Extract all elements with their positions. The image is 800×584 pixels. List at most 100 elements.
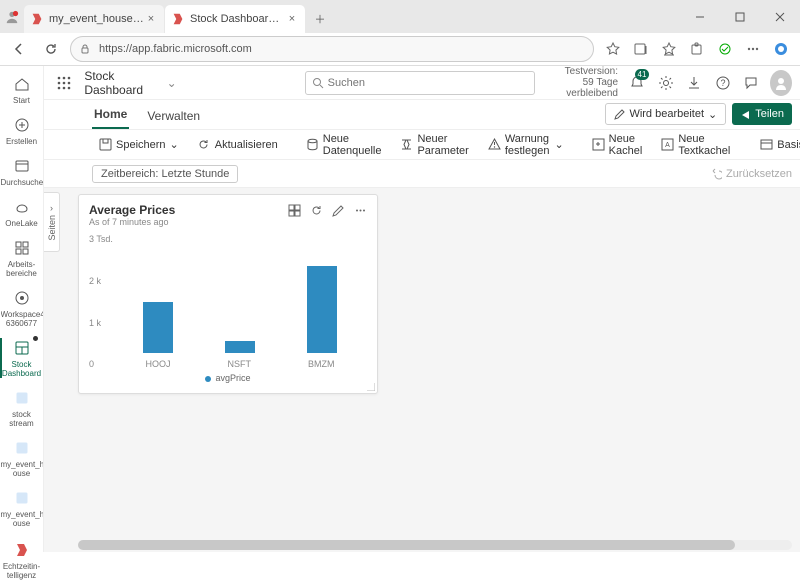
nav-eventhouse-1[interactable]: my_event_h ouse [0,434,44,482]
nav-workspace-item[interactable]: Workspace4 6360677 [0,284,44,332]
star-icon[interactable] [600,36,626,62]
settings-icon[interactable] [656,72,674,94]
more-icon[interactable] [353,203,367,217]
left-nav-rail: Start Erstellen Durchsuchen OneLake Arbe… [0,66,44,552]
close-icon[interactable]: × [144,13,158,25]
dashboard-icon [12,338,32,358]
tile-title: Average Prices [89,203,175,217]
browser-profile-icon[interactable] [0,0,24,33]
page-title[interactable]: Stock Dashboard ⌄ [84,69,176,97]
onelake-icon [12,197,32,217]
back-button[interactable] [6,36,32,62]
app-shell: Start Erstellen Durchsuchen OneLake Arbe… [0,66,800,552]
nav-stock-dashboard[interactable]: Stock Dashboard [0,334,44,382]
scrollbar-thumb[interactable] [78,540,735,550]
svg-text:?: ? [720,78,725,88]
favorites-bar-icon[interactable] [656,36,682,62]
new-parameter-button[interactable]: Neuer Parameter [394,133,475,157]
close-window-button[interactable] [760,0,800,33]
query-icon [759,138,773,152]
database-icon [306,138,319,152]
edit-tile-icon[interactable] [331,203,345,217]
tile-icon [592,138,605,152]
browser-tab-label: my_event_house - Real-Time Int [49,13,144,25]
chevron-down-icon: ⌄ [167,76,177,90]
notifications-icon[interactable]: 41 [628,72,646,94]
help-icon[interactable]: ? [713,72,731,94]
reset-filters-button[interactable]: Zurücksetzen [710,168,792,180]
share-button[interactable]: Teilen [732,103,792,125]
close-icon[interactable]: × [285,13,299,25]
resize-handle[interactable] [367,383,375,391]
new-tile-button[interactable]: Neue Kachel [586,133,650,157]
window-controls [680,0,800,33]
nav-onelake[interactable]: OneLake [0,193,44,232]
nav-workspaces[interactable]: Arbeits- bereiche [0,234,44,282]
nav-browse[interactable]: Durchsuchen [0,152,44,191]
nav-rti[interactable]: Echtzeitin- telligenz [0,536,44,584]
chevron-right-icon: › [50,203,53,213]
tab-home[interactable]: Home [92,101,129,129]
refresh-tile-icon[interactable] [309,203,323,217]
plus-circle-icon [12,115,32,135]
toolbar: Speichern ⌄ Aktualisieren Neue Datenquel… [44,130,800,160]
stream-icon [12,388,32,408]
tile-average-prices[interactable]: Average Prices As of 7 minutes ago 3 Tsd… [78,194,378,394]
fabric-icon [171,12,185,26]
bar [307,266,337,353]
dashboard-canvas[interactable]: › Seiten Average Prices As of 7 minutes … [44,188,800,552]
extensions-icon[interactable] [684,36,710,62]
bar [225,341,255,353]
browse-icon [12,156,32,176]
svg-text:A: A [665,142,670,149]
chevron-down-icon: ⌄ [170,138,179,151]
nav-eventhouse-2[interactable]: my_event_h ouse [0,484,44,532]
collections-icon[interactable] [628,36,654,62]
save-button[interactable]: Speichern ⌄ [92,133,185,157]
new-text-tile-button[interactable]: A Neue Textkachel [655,133,737,157]
waffle-icon[interactable] [52,69,76,97]
nav-create[interactable]: Erstellen [0,111,44,150]
maximize-button[interactable] [720,0,760,33]
copilot-icon[interactable] [768,36,794,62]
pages-panel-toggle[interactable]: › Seiten [44,192,60,252]
x-tick: NSFT [227,359,251,369]
chart-legend: avgPrice [89,373,367,383]
legend-swatch [205,376,211,382]
save-icon [98,138,112,152]
editing-mode-button[interactable]: Wird bearbeitet ⌄ [605,103,726,125]
nav-stock-stream[interactable]: stock stream [0,384,44,432]
browser-tab[interactable]: my_event_house - Real-Time Int × [24,5,164,33]
chevron-down-icon: ⌄ [554,138,563,151]
search-field[interactable] [305,71,535,95]
browser-tab[interactable]: Stock Dashboard - Real-Time In × [165,5,305,33]
browser-address-bar: https://app.fabric.microsoft.com [0,33,800,66]
nav-home[interactable]: Start [0,70,44,109]
page-tabs: Home Verwalten Wird bearbeitet ⌄ Teilen [44,100,800,130]
filter-bar: Zeitbereich: Letzte Stunde Zurücksetzen [44,160,800,188]
fabric-icon [30,12,44,26]
download-icon[interactable] [685,72,703,94]
trial-info: Testversion: 59 Tage verbleibend [543,66,618,99]
more-icon[interactable] [740,36,766,62]
new-datasource-button[interactable]: Neue Datenquelle [300,133,389,157]
avatar[interactable] [770,70,792,96]
extension-badge-icon[interactable] [712,36,738,62]
explore-icon[interactable] [287,203,301,217]
search-icon [312,77,324,89]
base-queries-button[interactable]: Basisabfragen [753,133,800,157]
new-tab-button[interactable]: ＋ [306,5,334,33]
refresh-data-button[interactable]: Aktualisieren [191,133,284,157]
url-field[interactable]: https://app.fabric.microsoft.com [70,36,594,62]
feedback-icon[interactable] [742,72,760,94]
undo-icon [710,168,722,180]
search-input[interactable] [328,77,528,89]
horizontal-scrollbar[interactable] [78,540,792,550]
tab-manage[interactable]: Verwalten [145,103,202,129]
parameter-icon [400,138,413,152]
set-alert-button[interactable]: Warnung festlegen ⌄ [482,133,570,157]
alert-icon [488,138,501,152]
minimize-button[interactable] [680,0,720,33]
time-range-chip[interactable]: Zeitbereich: Letzte Stunde [92,165,238,183]
refresh-button[interactable] [38,36,64,62]
